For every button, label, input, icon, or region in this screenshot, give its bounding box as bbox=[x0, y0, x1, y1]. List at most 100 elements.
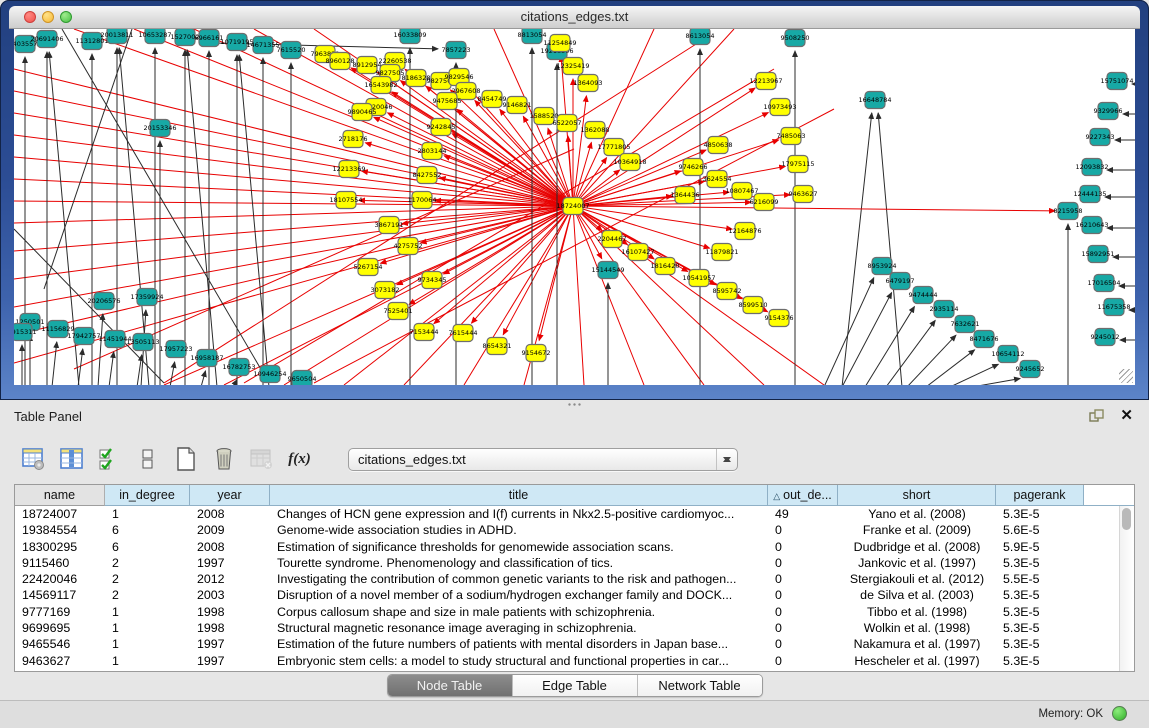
graph-node[interactable]: 16782753 bbox=[222, 359, 255, 376]
table-settings-icon[interactable] bbox=[20, 446, 47, 473]
graph-node[interactable]: 8953924 bbox=[868, 258, 897, 275]
graph-node[interactable]: 8215958 bbox=[1054, 203, 1083, 220]
graph-node[interactable]: 2204467 bbox=[598, 231, 627, 248]
cell-name[interactable]: 14569117 bbox=[15, 587, 105, 603]
cell-title[interactable]: Changes of HCN gene expression and I(f) … bbox=[270, 506, 768, 522]
graph-node[interactable]: 20153346 bbox=[143, 120, 176, 137]
cell-name[interactable]: 18300295 bbox=[15, 539, 105, 555]
graph-node[interactable]: 7632621 bbox=[951, 316, 980, 333]
cell-in_degree[interactable]: 2 bbox=[105, 571, 190, 587]
cell-title[interactable]: Embryonic stem cells: a model to study s… bbox=[270, 653, 768, 669]
cell-title[interactable]: Estimation of the future numbers of pati… bbox=[270, 636, 768, 652]
graph-node[interactable]: 8613054 bbox=[686, 29, 715, 45]
graph-node[interactable]: 12444135 bbox=[1073, 186, 1106, 203]
graph-node[interactable]: 5267154 bbox=[354, 259, 383, 276]
cell-out_de[interactable]: 0 bbox=[768, 620, 838, 636]
graph-node[interactable]: 16107427 bbox=[621, 244, 654, 261]
graph-node[interactable]: 9463627 bbox=[789, 186, 818, 203]
cell-name[interactable]: 9699695 bbox=[15, 620, 105, 636]
cell-year[interactable]: 2012 bbox=[190, 571, 270, 587]
graph-node[interactable]: 12213967 bbox=[749, 73, 782, 90]
graph-node[interactable]: 1170064 bbox=[408, 192, 437, 209]
cell-short[interactable]: Hescheler et al. (1997) bbox=[838, 653, 996, 669]
cell-short[interactable]: Yano et al. (2008) bbox=[838, 506, 996, 522]
cell-pagerank[interactable]: 5.3E-5 bbox=[996, 604, 1084, 620]
graph-node[interactable]: 9245012 bbox=[1091, 329, 1120, 346]
graph-node[interactable]: 7525401 bbox=[384, 303, 413, 320]
graph-node[interactable]: 1362088 bbox=[581, 122, 610, 139]
column-visibility-icon[interactable] bbox=[58, 446, 85, 473]
cell-out_de[interactable]: 0 bbox=[768, 539, 838, 555]
cell-in_degree[interactable]: 1 bbox=[105, 620, 190, 636]
tab-node-table[interactable]: Node Table bbox=[388, 675, 513, 696]
cell-short[interactable]: de Silva et al. (2003) bbox=[838, 587, 996, 603]
cell-pagerank[interactable]: 5.3E-5 bbox=[996, 506, 1084, 522]
table-row[interactable]: 946554611997Estimation of the future num… bbox=[15, 636, 1134, 652]
cell-year[interactable]: 2008 bbox=[190, 539, 270, 555]
cell-in_degree[interactable]: 1 bbox=[105, 653, 190, 669]
cell-title[interactable]: Tourette syndrome. Phenomenology and cla… bbox=[270, 555, 768, 571]
cell-short[interactable]: Wolkin et al. (1998) bbox=[838, 620, 996, 636]
cell-title[interactable]: Investigating the contribution of common… bbox=[270, 571, 768, 587]
graph-node[interactable]: 16958187 bbox=[190, 350, 223, 367]
cell-name[interactable]: 9777169 bbox=[15, 604, 105, 620]
cell-out_de[interactable]: 0 bbox=[768, 587, 838, 603]
graph-node[interactable]: 3624554 bbox=[703, 171, 732, 188]
cell-short[interactable]: Tibbo et al. (1998) bbox=[838, 604, 996, 620]
graph-node[interactable]: 3073182 bbox=[371, 282, 400, 299]
graph-node[interactable]: 6216099 bbox=[750, 194, 779, 211]
cell-in_degree[interactable]: 1 bbox=[105, 604, 190, 620]
cell-in_degree[interactable]: 2 bbox=[105, 587, 190, 603]
delete-table-icon[interactable] bbox=[248, 446, 275, 473]
graph-node[interactable]: 9227343 bbox=[1086, 129, 1115, 146]
graph-node[interactable]: 17957223 bbox=[159, 341, 192, 358]
cell-short[interactable]: Jankovic et al. (1997) bbox=[838, 555, 996, 571]
graph-node[interactable]: 15751074 bbox=[1100, 73, 1133, 90]
graph-node[interactable]: 4850638 bbox=[704, 137, 733, 154]
column-header-in_degree[interactable]: in_degree bbox=[105, 485, 190, 506]
graph-node[interactable]: 6479197 bbox=[886, 273, 915, 290]
cell-year[interactable]: 1998 bbox=[190, 620, 270, 636]
cell-pagerank[interactable]: 5.3E-5 bbox=[996, 555, 1084, 571]
graph-node[interactable]: 12164876 bbox=[728, 223, 761, 240]
graph-node[interactable]: 10541957 bbox=[682, 270, 715, 287]
cell-year[interactable]: 1997 bbox=[190, 653, 270, 669]
table-row[interactable]: 969969511998Structural magnetic resonanc… bbox=[15, 620, 1134, 636]
column-header-name[interactable]: name bbox=[15, 485, 105, 506]
row-height-icon[interactable] bbox=[134, 446, 161, 473]
graph-node[interactable]: 12213369 bbox=[332, 161, 365, 178]
cell-in_degree[interactable]: 6 bbox=[105, 522, 190, 538]
graph-node[interactable]: 7615444 bbox=[449, 325, 478, 342]
cell-title[interactable]: Structural magnetic resonance image aver… bbox=[270, 620, 768, 636]
graph-node[interactable]: 16033809 bbox=[393, 29, 426, 44]
cell-pagerank[interactable]: 5.3E-5 bbox=[996, 620, 1084, 636]
cell-pagerank[interactable]: 5.3E-5 bbox=[996, 636, 1084, 652]
cell-out_de[interactable]: 0 bbox=[768, 522, 838, 538]
cell-year[interactable]: 1998 bbox=[190, 604, 270, 620]
canvas-resize-grip-icon[interactable] bbox=[1119, 369, 1133, 383]
network-window-titlebar[interactable]: citations_edges.txt bbox=[9, 6, 1140, 29]
graph-node[interactable]: 12093832 bbox=[1075, 159, 1108, 176]
cell-in_degree[interactable]: 2 bbox=[105, 555, 190, 571]
cell-in_degree[interactable]: 6 bbox=[105, 539, 190, 555]
cell-pagerank[interactable]: 5.6E-5 bbox=[996, 522, 1084, 538]
close-panel-icon[interactable]: ✕ bbox=[1120, 406, 1133, 424]
cell-title[interactable]: Estimation of significance thresholds fo… bbox=[270, 539, 768, 555]
cell-pagerank[interactable]: 5.9E-5 bbox=[996, 539, 1084, 555]
tab-edge-table[interactable]: Edge Table bbox=[513, 675, 638, 696]
table-row[interactable]: 946362711997Embryonic stem cells: a mode… bbox=[15, 653, 1134, 669]
column-select-icon[interactable] bbox=[96, 446, 123, 473]
graph-node[interactable]: 9508250 bbox=[781, 30, 810, 47]
cell-pagerank[interactable]: 5.3E-5 bbox=[996, 587, 1084, 603]
graph-node[interactable]: 9474444 bbox=[909, 287, 938, 304]
table-row[interactable]: 1456911722003Disruption of a novel membe… bbox=[15, 587, 1134, 603]
cell-short[interactable]: Dudbridge et al. (2008) bbox=[838, 539, 996, 555]
graph-node[interactable]: 17016504 bbox=[1087, 275, 1120, 292]
graph-node[interactable]: 16210643 bbox=[1075, 217, 1108, 234]
cell-title[interactable]: Genome-wide association studies in ADHD. bbox=[270, 522, 768, 538]
cell-year[interactable]: 2003 bbox=[190, 587, 270, 603]
graph-node[interactable]: 4275752 bbox=[394, 238, 423, 255]
cell-name[interactable]: 9115460 bbox=[15, 555, 105, 571]
cell-year[interactable]: 2009 bbox=[190, 522, 270, 538]
graph-node[interactable]: 9242845 bbox=[427, 119, 456, 136]
